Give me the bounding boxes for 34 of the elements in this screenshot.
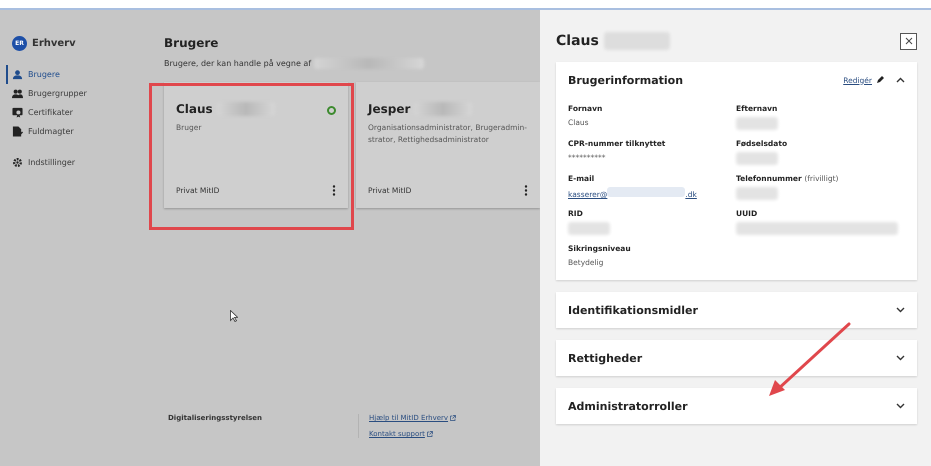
redacted-blur [568, 222, 610, 235]
close-button[interactable] [900, 32, 917, 50]
chevron-up-icon[interactable] [896, 77, 905, 83]
external-link-icon [426, 431, 433, 437]
people-icon [12, 88, 23, 99]
section-title[interactable]: Administratorroller [568, 400, 896, 412]
sidebar-item[interactable]: Brugergrupper [6, 84, 146, 103]
chevron-down-icon[interactable] [896, 355, 905, 361]
pencil-icon [876, 76, 884, 84]
redacted-blur [736, 187, 778, 200]
certificate-icon [12, 107, 23, 118]
chevron-down-icon[interactable] [896, 307, 905, 313]
cursor-icon [230, 310, 238, 322]
brand-name: Erhverv [32, 38, 76, 49]
redacted-blur [736, 152, 778, 165]
section-title[interactable]: Rettigheder [568, 352, 896, 364]
close-icon [904, 37, 912, 45]
panel-title: Claus [556, 33, 599, 49]
sidebar-item[interactable]: Fuldmagter [6, 122, 146, 141]
sidebar-item[interactable]: Brugere [6, 65, 146, 84]
sidebar-item[interactable]: Certifikater [6, 103, 146, 122]
page-title: Brugere [164, 36, 220, 50]
redacted-blur [736, 117, 778, 130]
section-title[interactable]: Identifikationsmidler [568, 304, 896, 316]
person-icon [12, 69, 23, 80]
page-subtitle: Brugere, der kan handle på vegne af [164, 59, 312, 68]
user-name: Claus [176, 102, 213, 116]
more-icon[interactable] [332, 185, 336, 196]
chevron-down-icon[interactable] [896, 403, 905, 409]
user-name: Jesper [368, 102, 410, 116]
external-link-icon [450, 415, 456, 421]
more-icon[interactable] [524, 185, 528, 196]
section-title[interactable]: Brugerinformation [568, 74, 844, 86]
sidebar-item[interactable]: Indstillinger [6, 153, 146, 172]
